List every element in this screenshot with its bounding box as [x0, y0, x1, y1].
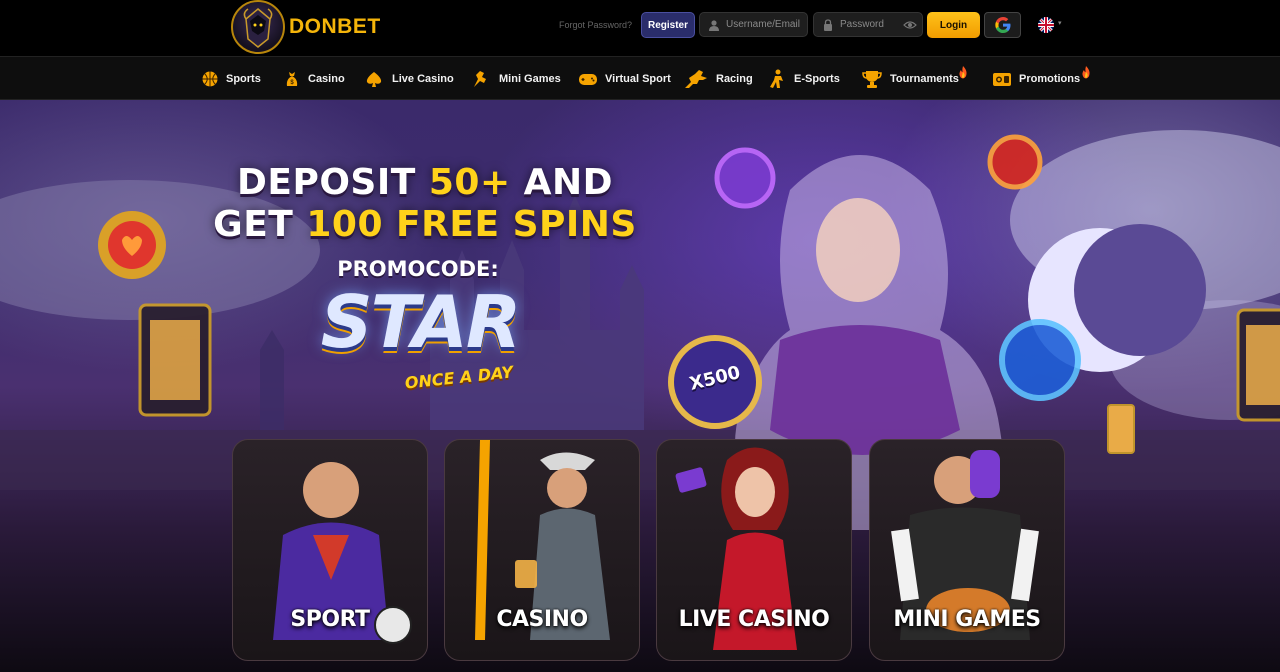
mini-games-icon	[474, 71, 486, 87]
logo-emblem-icon	[231, 0, 285, 54]
sports-icon	[202, 71, 218, 87]
promotions-icon	[993, 73, 1011, 86]
live-casino-icon	[366, 72, 382, 87]
headline-highlight: 50+	[428, 162, 511, 203]
headline-text: DEPOSIT	[236, 162, 429, 203]
hot-fire-icon	[959, 66, 967, 79]
nav-item-casino[interactable]: $ Casino	[283, 57, 345, 101]
google-icon	[994, 17, 1010, 33]
promo-headline: DEPOSIT 50+ AND GET 100 FREE SPINS	[200, 162, 650, 246]
headline-text: AND	[510, 162, 614, 203]
nav-item-tournaments[interactable]: Tournaments	[861, 57, 959, 101]
category-card-live-casino[interactable]: LIVE CASINO	[656, 439, 852, 661]
esports-icon	[770, 69, 783, 88]
nav-label: Virtual Sport	[605, 73, 671, 85]
password-placeholder: Password	[840, 19, 884, 30]
nav-label: Sports	[226, 73, 261, 85]
nav-label: Promotions	[1019, 73, 1081, 85]
login-button[interactable]: Login	[927, 12, 980, 38]
casino-icon: $	[286, 72, 298, 86]
nav-label: Racing	[716, 73, 753, 85]
promocode-label: PROMOCODE:	[337, 257, 499, 281]
user-icon	[709, 19, 719, 31]
category-card-casino[interactable]: CASINO	[444, 439, 640, 661]
nav-label: Casino	[308, 73, 345, 85]
nav-item-sports[interactable]: Sports	[201, 57, 261, 101]
category-label: MINI GAMES	[893, 607, 1041, 632]
nav-label: Live Casino	[392, 73, 454, 85]
language-caret-icon[interactable]: ▾	[1058, 19, 1062, 27]
category-card-mini-games[interactable]: MINI GAMES	[869, 439, 1065, 661]
hero-banner[interactable]: X500 DEPOSIT 50+ AND GET 100 FREE SPINS …	[0, 100, 1280, 672]
username-field[interactable]: Username/Email	[699, 12, 808, 37]
main-nav: Sports $ Casino Live Casino Mini Games V…	[0, 56, 1280, 100]
category-label: SPORT	[290, 607, 370, 632]
eye-icon[interactable]	[903, 19, 917, 31]
lock-icon	[824, 18, 832, 31]
password-field[interactable]: Password	[813, 12, 923, 37]
top-bar: DONBET Forgot Password? Register Usernam…	[0, 0, 1280, 56]
username-placeholder: Username/Email	[726, 19, 800, 30]
nav-label: E-Sports	[794, 73, 840, 85]
google-login-button[interactable]	[984, 12, 1021, 38]
nav-item-racing[interactable]: Racing	[683, 57, 753, 101]
nav-label: Mini Games	[499, 73, 561, 85]
racing-icon	[685, 70, 707, 88]
category-label: CASINO	[496, 607, 588, 632]
nav-label: Tournaments	[890, 73, 959, 85]
nav-item-promotions[interactable]: Promotions	[992, 57, 1080, 101]
nav-item-esports[interactable]: E-Sports	[767, 57, 840, 101]
hot-fire-icon	[1082, 66, 1090, 79]
logo[interactable]: DONBET	[231, 0, 381, 54]
headline-line-2: GET 100 FREE SPINS	[200, 204, 650, 246]
category-card-sport[interactable]: SPORT	[232, 439, 428, 661]
logo-text: DONBET	[289, 15, 381, 38]
nav-item-virtual-sport[interactable]: Virtual Sport	[578, 57, 671, 101]
forgot-password-link[interactable]: Forgot Password?	[559, 20, 632, 30]
headline-text: GET	[213, 204, 307, 245]
headline-highlight: 100 FREE SPINS	[306, 204, 637, 245]
virtual-sport-icon	[579, 74, 597, 85]
nav-item-mini-games[interactable]: Mini Games	[470, 57, 561, 101]
tournaments-icon	[862, 71, 882, 88]
category-label: LIVE CASINO	[678, 607, 830, 632]
headline-line-1: DEPOSIT 50+ AND	[200, 162, 650, 204]
promocode-value: STAR	[320, 280, 522, 364]
uk-flag-icon[interactable]	[1038, 17, 1054, 33]
nav-item-live-casino[interactable]: Live Casino	[363, 57, 454, 101]
register-button[interactable]: Register	[641, 12, 695, 38]
